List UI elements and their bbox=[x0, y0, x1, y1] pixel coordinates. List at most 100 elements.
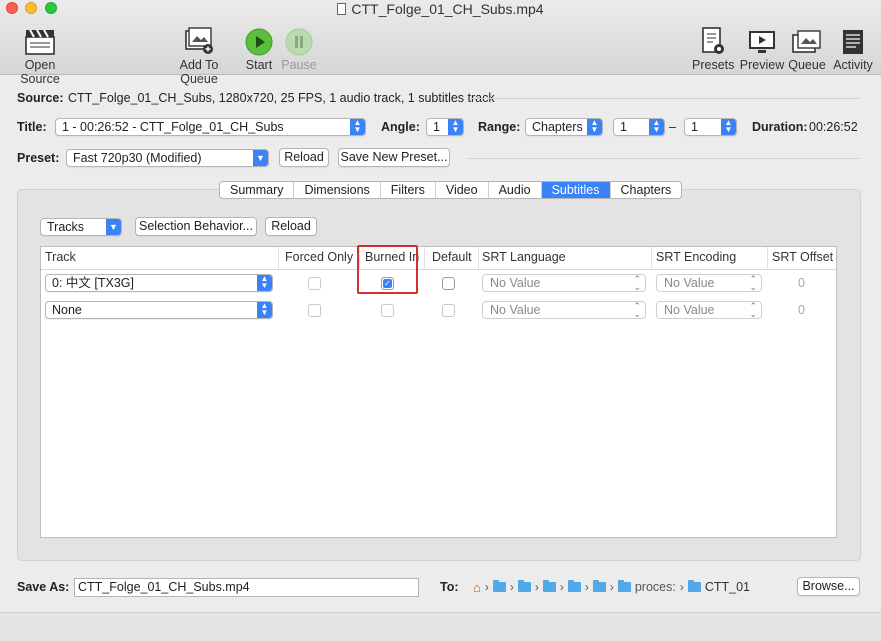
srt-encoding-popup-row-2[interactable]: No Value ⌃ ⌄ bbox=[656, 301, 762, 319]
range-type-popup[interactable]: Chapters ▲ ▼ bbox=[525, 118, 603, 136]
preset-reload-button[interactable]: Reload bbox=[279, 148, 329, 167]
path-separator-icon: › bbox=[534, 580, 539, 594]
activity-log-icon bbox=[831, 22, 875, 56]
path-segment: proces: bbox=[634, 580, 676, 594]
path-separator-icon: › bbox=[559, 580, 564, 594]
preset-popup[interactable]: Fast 720p30 (Modified) ▼ bbox=[66, 149, 269, 167]
srt-offset-row-1[interactable]: 0 bbox=[798, 276, 805, 290]
save-new-preset-button[interactable]: Save New Preset... bbox=[338, 148, 450, 167]
tab-chapters[interactable]: Chapters bbox=[611, 182, 682, 198]
popup-stepper-icon: ▲ ▼ bbox=[257, 275, 272, 291]
folder-icon bbox=[567, 580, 581, 592]
preview-button[interactable]: Preview bbox=[739, 22, 785, 72]
presets-button[interactable]: Presets bbox=[692, 22, 734, 72]
srt-encoding-value: No Value bbox=[664, 276, 715, 290]
range-type-value: Chapters bbox=[532, 120, 583, 134]
column-divider bbox=[767, 247, 768, 269]
open-source-button[interactable]: Open Source bbox=[4, 22, 76, 86]
chevron-down-icon: ▼ bbox=[253, 150, 268, 166]
track-value: None bbox=[52, 303, 82, 317]
tracks-popup-value: Tracks bbox=[47, 220, 85, 234]
tracks-popup[interactable]: Tracks ▼ bbox=[40, 218, 122, 236]
column-divider bbox=[278, 247, 279, 269]
pause-button[interactable]: Pause bbox=[281, 22, 317, 72]
subtitles-reload-button[interactable]: Reload bbox=[265, 217, 317, 236]
burned-in-checkbox-row-2[interactable] bbox=[381, 304, 394, 317]
browse-button[interactable]: Browse... bbox=[797, 577, 860, 596]
path-segment: CTT_01 bbox=[704, 580, 751, 594]
column-header-forced-only[interactable]: Forced Only bbox=[285, 250, 353, 264]
tab-summary[interactable]: Summary bbox=[220, 182, 295, 198]
tab-subtitles[interactable]: Subtitles bbox=[541, 182, 611, 198]
activity-button[interactable]: Activity bbox=[831, 22, 875, 72]
destination-path-control[interactable]: ⌂ › › › › › › proces: › CTT_01 bbox=[473, 578, 750, 596]
folder-icon bbox=[617, 580, 631, 592]
subtitles-table: Track Forced Only Burned In Default SRT … bbox=[40, 246, 837, 538]
add-to-queue-button[interactable]: Add To Queue bbox=[160, 22, 238, 86]
srt-offset-row-2[interactable]: 0 bbox=[798, 303, 805, 317]
column-divider bbox=[478, 247, 479, 269]
activity-label: Activity bbox=[833, 58, 873, 72]
duration-label: Duration: bbox=[752, 120, 808, 134]
preview-label: Preview bbox=[739, 58, 785, 72]
column-header-track[interactable]: Track bbox=[45, 250, 76, 264]
start-button[interactable]: Start bbox=[241, 22, 277, 72]
srt-language-popup-row-1[interactable]: No Value ⌃ ⌄ bbox=[482, 274, 646, 292]
angle-popup[interactable]: 1 ▲ ▼ bbox=[426, 118, 464, 136]
window-title: CTT_Folge_01_CH_Subs.mp4 bbox=[0, 0, 881, 18]
range-start-popup[interactable]: 1 ▲ ▼ bbox=[613, 118, 665, 136]
queue-icon bbox=[788, 22, 826, 56]
window-toolbar: CTT_Folge_01_CH_Subs.mp4 Open Source Add… bbox=[0, 0, 881, 86]
up-down-arrows-icon: ⌃ ⌄ bbox=[749, 301, 757, 319]
title-popup[interactable]: 1 - 00:26:52 - CTT_Folge_01_CH_Subs ▲ ▼ bbox=[55, 118, 366, 136]
status-bar bbox=[0, 612, 881, 641]
path-separator-icon: › bbox=[679, 580, 684, 594]
track-popup-row-2[interactable]: None ▲ ▼ bbox=[45, 301, 273, 319]
column-header-default[interactable]: Default bbox=[432, 250, 472, 264]
column-header-srt-encoding[interactable]: SRT Encoding bbox=[656, 250, 736, 264]
preview-icon bbox=[739, 22, 785, 56]
tab-filters[interactable]: Filters bbox=[381, 182, 436, 198]
save-as-field[interactable]: CTT_Folge_01_CH_Subs.mp4 bbox=[74, 578, 419, 597]
pause-icon bbox=[281, 22, 317, 56]
divider bbox=[467, 158, 860, 159]
to-label: To: bbox=[440, 580, 459, 594]
tab-audio[interactable]: Audio bbox=[489, 182, 542, 198]
open-source-label: Open Source bbox=[20, 58, 60, 86]
srt-language-popup-row-2[interactable]: No Value ⌃ ⌄ bbox=[482, 301, 646, 319]
divider bbox=[472, 98, 860, 99]
folder-icon bbox=[687, 580, 701, 592]
popup-stepper-icon: ▲ ▼ bbox=[649, 119, 664, 135]
title-label: Title: bbox=[17, 120, 47, 134]
column-header-srt-language[interactable]: SRT Language bbox=[482, 250, 566, 264]
add-to-queue-label: Add To Queue bbox=[179, 58, 219, 86]
source-info: CTT_Folge_01_CH_Subs, 1280x720, 25 FPS, … bbox=[68, 91, 495, 105]
up-down-arrows-icon: ⌃ ⌄ bbox=[633, 301, 641, 319]
presets-label: Presets bbox=[692, 58, 735, 72]
path-separator-icon: › bbox=[609, 580, 614, 594]
source-label: Source: bbox=[17, 91, 64, 105]
track-popup-row-1[interactable]: 0: 中文 [TX3G] ▲ ▼ bbox=[45, 274, 273, 292]
default-checkbox-row-2[interactable] bbox=[442, 304, 455, 317]
column-header-srt-offset[interactable]: SRT Offset bbox=[772, 250, 833, 264]
queue-button[interactable]: Queue bbox=[788, 22, 826, 72]
range-end-popup[interactable]: 1 ▲ ▼ bbox=[684, 118, 737, 136]
play-icon bbox=[241, 22, 277, 56]
forced-only-checkbox-row-1[interactable] bbox=[308, 277, 321, 290]
clapperboard-icon bbox=[4, 22, 76, 56]
range-dash: – bbox=[669, 120, 676, 134]
popup-stepper-icon: ▲ ▼ bbox=[257, 302, 272, 318]
range-start-value: 1 bbox=[620, 120, 627, 134]
forced-only-checkbox-row-2[interactable] bbox=[308, 304, 321, 317]
srt-encoding-popup-row-1[interactable]: No Value ⌃ ⌄ bbox=[656, 274, 762, 292]
title-popup-value: 1 - 00:26:52 - CTT_Folge_01_CH_Subs bbox=[62, 120, 284, 134]
up-down-arrows-icon: ⌃ ⌄ bbox=[749, 274, 757, 292]
popup-stepper-icon: ▲ ▼ bbox=[587, 119, 602, 135]
popup-stepper-icon: ▲ ▼ bbox=[721, 119, 736, 135]
tab-dimensions[interactable]: Dimensions bbox=[294, 182, 381, 198]
tab-video[interactable]: Video bbox=[436, 182, 489, 198]
default-checkbox-row-1[interactable] bbox=[442, 277, 455, 290]
window-title-text: CTT_Folge_01_CH_Subs.mp4 bbox=[351, 1, 544, 17]
selection-behavior-button[interactable]: Selection Behavior... bbox=[135, 217, 257, 236]
queue-label: Queue bbox=[788, 58, 826, 72]
